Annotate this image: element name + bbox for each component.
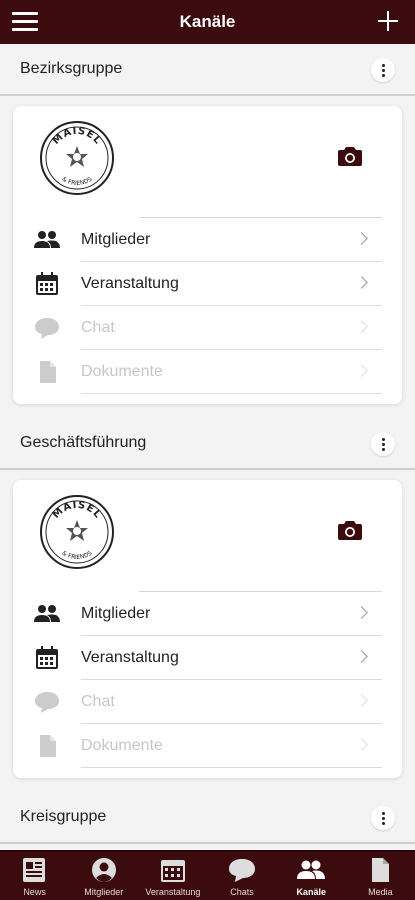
chat-bubble-icon xyxy=(35,692,59,713)
row-label: Veranstaltung xyxy=(81,275,179,292)
nav-kanaele[interactable]: Kanäle xyxy=(277,857,345,897)
row-label: Dokumente xyxy=(81,737,163,754)
divider xyxy=(0,468,415,470)
row-label: Dokumente xyxy=(81,363,163,380)
row-label: Mitglieder xyxy=(81,605,151,622)
group-header-bezirksgruppe: Bezirksgruppe xyxy=(0,44,415,94)
row-dokumente: Dokumente xyxy=(33,350,382,394)
row-mitglieder[interactable]: Mitglieder xyxy=(33,218,382,262)
chat-bubble-icon xyxy=(35,318,59,339)
chevron-right-icon xyxy=(355,606,368,619)
row-veranstaltung[interactable]: Veranstaltung xyxy=(33,262,382,306)
nav-label: Chats xyxy=(230,887,254,897)
channel-card: MAISEL & FRIENDS Mitglieder Veranstaltun… xyxy=(13,480,402,778)
row-veranstaltung[interactable]: Veranstaltung xyxy=(33,636,382,680)
chevron-right-icon xyxy=(355,320,368,333)
nav-label: Veranstaltung xyxy=(145,887,201,897)
row-label: Mitglieder xyxy=(81,231,151,248)
more-vert-icon[interactable] xyxy=(371,58,395,82)
document-icon xyxy=(372,858,390,882)
chevron-right-icon xyxy=(355,738,368,751)
nav-chats[interactable]: Chats xyxy=(208,857,276,897)
bottom-navigation: News Mitglieder Veranstaltung Chats Kanä… xyxy=(0,850,415,900)
row-dokumente: Dokumente xyxy=(33,724,382,768)
document-icon xyxy=(40,735,56,757)
nav-label: Kanäle xyxy=(296,887,326,897)
chevron-right-icon xyxy=(355,694,368,707)
chevron-right-icon xyxy=(355,232,368,245)
camera-icon[interactable] xyxy=(338,146,362,166)
row-label: Veranstaltung xyxy=(81,649,179,666)
group-header-geschaeftsfuehrung: Geschäftsführung xyxy=(0,418,415,468)
group-icon xyxy=(297,860,326,879)
nav-mitglieder[interactable]: Mitglieder xyxy=(70,857,138,897)
group-title: Geschäftsführung xyxy=(20,434,147,451)
nav-label: News xyxy=(23,887,46,897)
maisel-friends-logo: MAISEL & FRIENDS xyxy=(40,121,114,195)
nav-media[interactable]: Media xyxy=(346,857,414,897)
menu-icon[interactable] xyxy=(12,12,38,32)
chevron-right-icon xyxy=(355,364,368,377)
chat-bubble-icon xyxy=(229,859,256,882)
calendar-icon xyxy=(160,860,185,882)
row-mitglieder[interactable]: Mitglieder xyxy=(33,592,382,636)
row-label: Chat xyxy=(81,693,115,710)
divider xyxy=(0,842,415,844)
more-vert-icon[interactable] xyxy=(371,432,395,456)
document-icon xyxy=(40,361,56,383)
row-chat: Chat xyxy=(33,680,382,724)
row-label: Chat xyxy=(81,319,115,336)
row-chat: Chat xyxy=(33,306,382,350)
group-icon xyxy=(34,231,60,248)
calendar-icon xyxy=(36,646,58,669)
group-icon xyxy=(34,605,60,622)
group-title: Bezirksgruppe xyxy=(20,60,123,77)
channel-list: Bezirksgruppe MAISEL & FRIENDS Mitgliede… xyxy=(0,44,415,850)
camera-icon[interactable] xyxy=(338,520,362,540)
maisel-friends-logo: MAISEL & FRIENDS xyxy=(40,495,114,569)
more-vert-icon[interactable] xyxy=(371,806,395,830)
news-icon xyxy=(22,858,45,882)
account-circle-icon xyxy=(91,858,116,882)
nav-label: Media xyxy=(368,887,393,897)
channel-card: MAISEL & FRIENDS Mitglieder Veranstaltun… xyxy=(13,106,402,404)
chevron-right-icon xyxy=(355,650,368,663)
group-header-kreisgruppe: Kreisgruppe xyxy=(0,792,415,842)
top-app-bar: Kanäle xyxy=(0,0,415,44)
nav-news[interactable]: News xyxy=(1,857,69,897)
calendar-icon xyxy=(36,272,58,295)
add-icon[interactable] xyxy=(375,8,401,34)
divider xyxy=(81,767,382,768)
divider xyxy=(0,94,415,96)
chevron-right-icon xyxy=(355,276,368,289)
nav-veranstaltung[interactable]: Veranstaltung xyxy=(139,857,207,897)
nav-label: Mitglieder xyxy=(84,887,124,897)
group-title: Kreisgruppe xyxy=(20,808,107,825)
divider xyxy=(81,393,382,394)
page-title: Kanäle xyxy=(179,12,236,31)
